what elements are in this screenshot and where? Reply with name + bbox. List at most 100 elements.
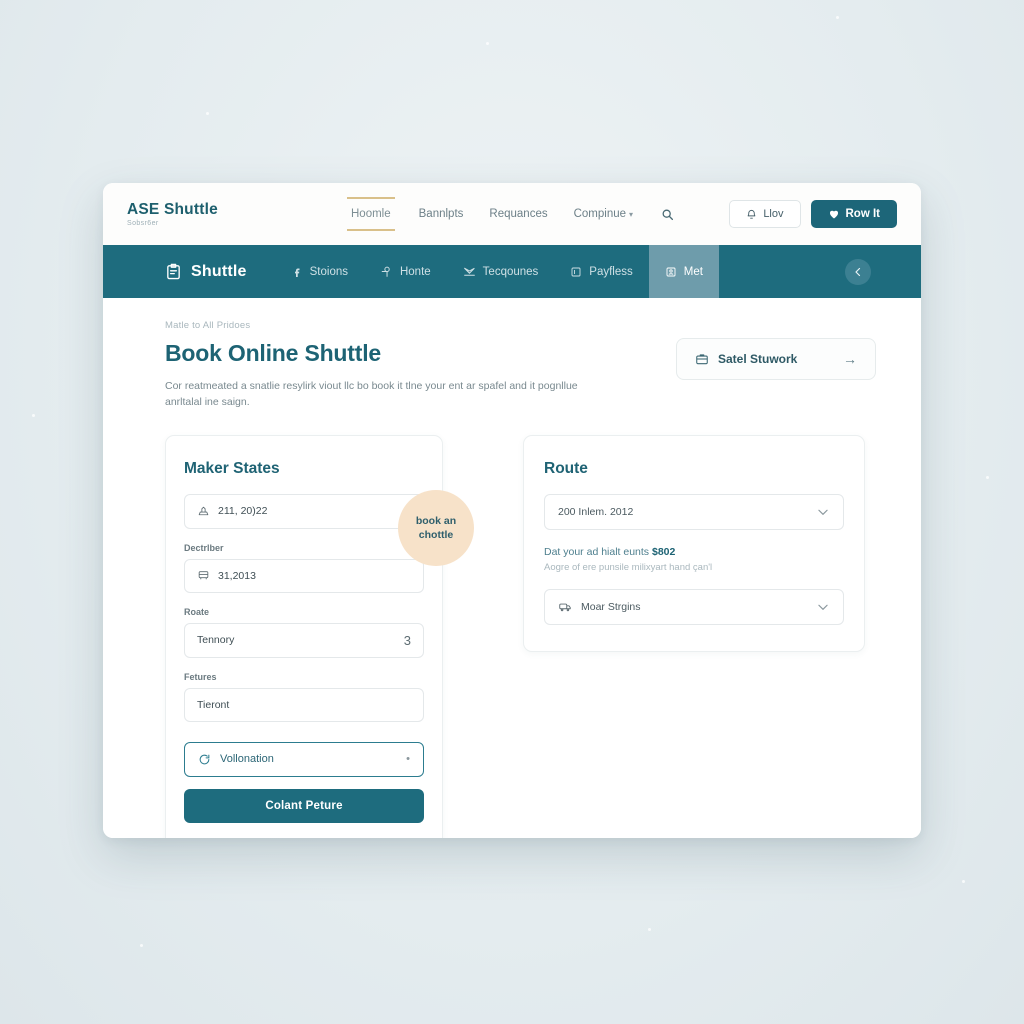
nav-item-honte[interactable]: Honte [364, 245, 447, 298]
chevron-left-icon [852, 266, 864, 278]
pin-icon [380, 265, 393, 278]
stops-select-left: Moar Strgins [558, 600, 641, 614]
nav-item-honte-label: Honte [399, 265, 431, 278]
satel-stuwork-label: Satel Stuwork [718, 352, 798, 366]
page-description: Cor reatmeated a snatlie resylirk viout … [165, 380, 578, 409]
field-fetures-label: Fetures [184, 671, 217, 682]
route-title: Route [544, 459, 588, 477]
primary-nav: Hoomle Bannlpts Requances Compinue ▾ [347, 197, 729, 231]
chevron-down-icon [816, 505, 830, 519]
stops-select-value: Moar Strgins [581, 600, 641, 613]
notifications-button[interactable]: Llov [729, 200, 801, 228]
chevron-down-icon [816, 600, 830, 614]
heart-icon [828, 208, 840, 220]
route-note-sub: Aogre of ere punsile milixyart hand çan'… [544, 561, 713, 573]
badge-line-1: book an [415, 514, 457, 527]
decor-speck [206, 112, 209, 115]
page-content: Matle to All Pridoes Book Online Shuttle… [103, 298, 921, 838]
header-actions: Llov Row It [729, 200, 897, 228]
secondary-nav: Shuttle Stoions Honte Tecqounes Payfless… [103, 245, 921, 298]
field-roate-label: Roate [184, 606, 210, 617]
page-header-row: Matle to All Pridoes Book Online Shuttle… [165, 320, 876, 411]
field-dectrlber-label: Dectrlber [184, 542, 224, 553]
decor-speck [986, 476, 989, 479]
vollonation-label: Vollonation [220, 753, 274, 766]
field-dectrlber-value: 31,2013 [218, 569, 256, 582]
nav-item-stoions[interactable]: Stoions [275, 245, 364, 298]
search-icon[interactable] [661, 208, 674, 221]
nav-item-compinue-label: Compinue [573, 208, 627, 220]
train-icon [197, 569, 210, 582]
route-note-prefix: Dat your ad hialt eunts [544, 545, 652, 558]
decor-speck [962, 880, 965, 883]
facebook-icon [291, 266, 303, 278]
user-card-icon [665, 266, 677, 278]
back-button[interactable] [845, 258, 871, 285]
count-value: 3 [403, 632, 411, 648]
briefcase-icon [695, 352, 709, 366]
vollonation-left: Vollonation [198, 753, 274, 766]
row-it-button[interactable]: Row It [810, 200, 897, 228]
row-it-label: Row It [845, 208, 881, 220]
page-header-text: Matle to All Pridoes Book Online Shuttle… [165, 320, 617, 411]
stops-select[interactable]: Moar Strgins [544, 588, 844, 625]
nav-item-compinue[interactable]: Compinue ▾ [572, 202, 635, 226]
secondary-nav-items: Stoions Honte Tecqounes Payfless Met [275, 245, 719, 298]
decor-speck [32, 414, 35, 417]
book-a-shuttle-badge: book an chottle [398, 490, 474, 566]
arrow-right-icon: → [843, 351, 857, 367]
cards-row: Maker States 211, 20)22 + Dectrlber 31,2… [165, 434, 876, 838]
route-card: Route 200 Inlem. 2012 Dat your ad hialt … [523, 434, 865, 652]
maker-states-title: Maker States [184, 459, 280, 477]
maker-states-card: Maker States 211, 20)22 + Dectrlber 31,2… [165, 434, 443, 838]
nav-item-tecqounes-label: Tecqounes [482, 265, 539, 278]
satel-stuwork-button[interactable]: Satel Stuwork → [676, 338, 876, 380]
site-header: ASE Shuttle Sobsr6er Hoomle Bannlpts Req… [103, 183, 921, 245]
field-dectrlber[interactable]: 31,2013 [184, 558, 424, 593]
vollonation-select[interactable]: Vollonation • [184, 741, 424, 777]
refresh-icon [198, 753, 211, 766]
chevron-down-icon: • [406, 753, 410, 766]
field-date-from-value: 211, 20)22 [218, 505, 268, 518]
plane-icon [463, 265, 476, 278]
route-select-value: 200 Inlem. 2012 [558, 505, 634, 518]
field-roate[interactable]: Tennory 3 [184, 622, 424, 658]
breadcrumb[interactable]: Matle to All Pridoes [165, 320, 617, 331]
field-roate-value: Tennory [197, 634, 235, 647]
route-select[interactable]: 200 Inlem. 2012 [544, 493, 844, 530]
nav-item-hoomle[interactable]: Hoomle [347, 197, 395, 231]
shuttle-logo[interactable]: Shuttle [103, 245, 275, 298]
clipboard-icon [165, 263, 182, 280]
badge-line-2: chottle [418, 529, 454, 541]
decor-speck [486, 42, 489, 45]
card-icon [570, 266, 582, 278]
browser-window: ASE Shuttle Sobsr6er Hoomle Bannlpts Req… [103, 183, 921, 838]
colant-peture-button[interactable]: Colant Peture [184, 788, 424, 823]
brand-title: ASE Shuttle [127, 201, 218, 218]
ship-icon [197, 505, 210, 518]
train-icon [558, 600, 572, 614]
chevron-down-icon: ▾ [629, 210, 634, 219]
field-fetures[interactable]: Tieront [184, 687, 424, 722]
decor-speck [836, 16, 839, 19]
field-date-from[interactable]: 211, 20)22 + [184, 493, 424, 529]
nav-item-requances[interactable]: Requances [487, 202, 549, 226]
decor-speck [648, 928, 651, 931]
route-note-amount: $802 [651, 545, 676, 558]
brand-subtitle: Sobsr6er [127, 220, 159, 227]
nav-item-tecqounes[interactable]: Tecqounes [447, 245, 555, 298]
nav-item-payfless-label: Payfless [589, 265, 633, 278]
nav-item-met-label: Met [683, 265, 703, 278]
field-fetures-value: Tieront [197, 698, 230, 711]
nav-item-bannlpts[interactable]: Bannlpts [417, 202, 466, 226]
route-note: Dat your ad hialt eunts $802 [544, 546, 844, 558]
nav-item-stoions-label: Stoions [309, 265, 348, 278]
decor-speck [140, 944, 143, 947]
nav-item-payfless[interactable]: Payfless [554, 245, 648, 298]
nav-item-met[interactable]: Met [648, 245, 719, 298]
notifications-label: Llov [763, 208, 784, 220]
shuttle-logo-label: Shuttle [191, 262, 247, 280]
bell-icon [746, 209, 757, 220]
brand-logo[interactable]: ASE Shuttle Sobsr6er [127, 201, 347, 227]
